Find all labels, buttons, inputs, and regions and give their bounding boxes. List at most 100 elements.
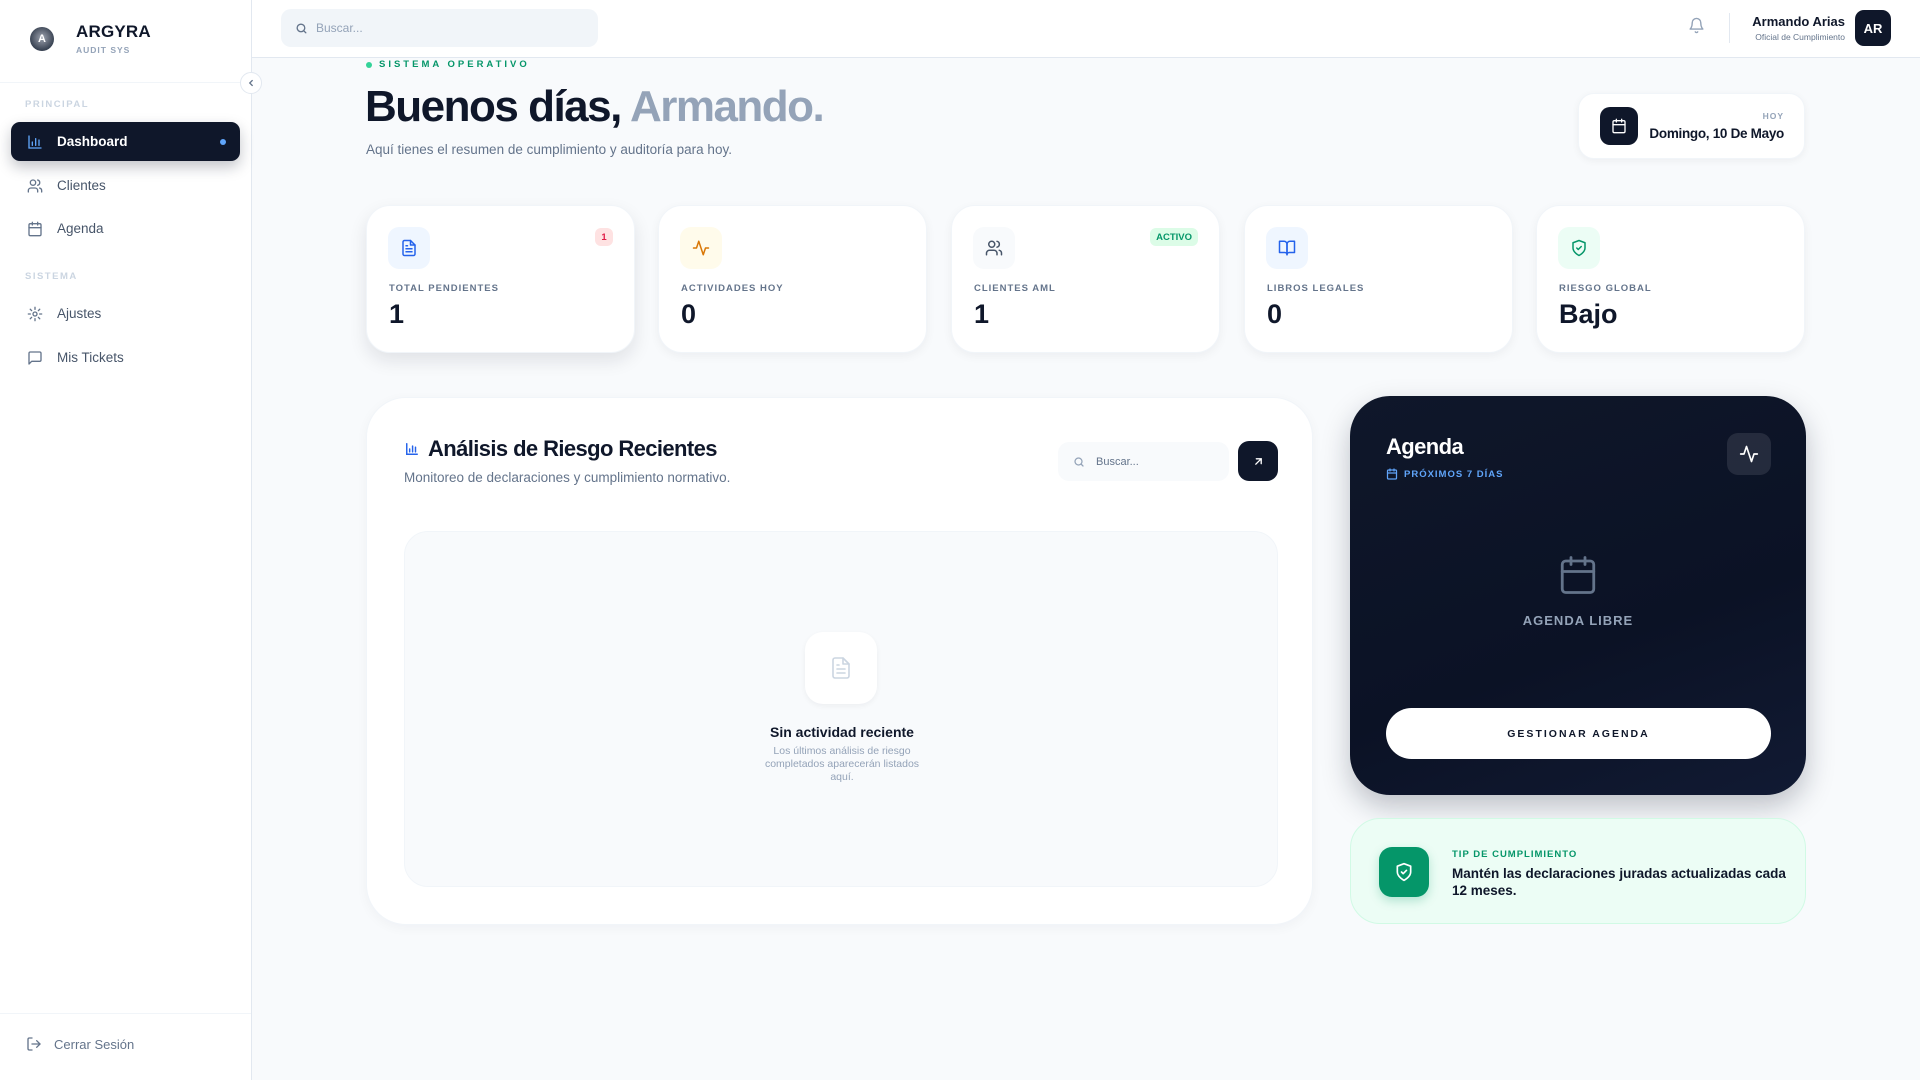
agenda-range-text: PRÓXIMOS 7 DÍAS [1404,468,1504,480]
stat-label: RIESGO GLOBAL [1559,283,1652,294]
pending-count-badge: 1 [595,228,613,246]
brand-subtitle: AUDIT SYS [76,45,131,55]
bar-chart-icon [26,133,44,151]
panel-subtitle: Monitoreo de declaraciones y cumplimient… [404,470,731,485]
status-text: SISTEMA OPERATIVO [379,59,530,70]
risk-analysis-panel: Análisis de Riesgo Recientes Monitoreo d… [366,397,1313,925]
sidebar-divider [0,82,251,83]
global-search[interactable] [281,9,598,47]
stat-label: ACTIVIDADES HOY [681,283,784,294]
activity-icon [1739,444,1759,464]
empty-state-text: Los últimos análisis de riesgo completad… [764,745,920,783]
message-square-icon [26,349,44,367]
stat-value: 0 [1267,299,1283,329]
greeting-text: Buenos días, [365,82,622,131]
stat-label: LIBROS LEGALES [1267,283,1365,294]
stat-value: 0 [681,299,697,329]
search-icon [1073,456,1085,468]
tip-text: Mantén las declaraciones juradas actuali… [1452,866,1786,898]
logout-button[interactable]: Cerrar Sesión [26,1036,134,1052]
stat-label: CLIENTES AML [974,283,1056,294]
system-status: SISTEMA OPERATIVO [366,59,530,70]
users-icon [973,227,1015,269]
status-dot [366,61,372,68]
open-analysis-button[interactable] [1238,441,1278,481]
bell-icon [1688,17,1705,34]
global-search-input[interactable] [316,21,576,35]
stat-label: TOTAL PENDIENTES [389,283,499,294]
agenda-title: Agenda [1386,434,1464,459]
date-label: HOY [1762,111,1784,121]
user-name: Armando Arias [1752,14,1845,29]
panel-search[interactable] [1058,442,1229,481]
file-text-icon [805,632,877,704]
section-label-principal: PRINCIPAL [25,99,89,110]
stat-card-riesgo-global[interactable]: RIESGO GLOBAL Bajo [1536,205,1805,353]
empty-state-title: Sin actividad reciente [770,724,914,740]
calendar-icon [1600,107,1638,145]
chevron-left-icon [246,78,256,88]
stat-value: 1 [389,299,405,329]
search-icon [295,22,308,35]
sidebar: A ARGYRA AUDIT SYS PRINCIPAL Dashboard C… [0,0,252,1080]
panel-title-text: Análisis de Riesgo Recientes [428,436,717,461]
shield-check-icon [1379,847,1429,897]
agenda-card: Agenda PRÓXIMOS 7 DÍAS AGENDA LIBRE GEST… [1350,396,1806,795]
sidebar-item-label: Dashboard [57,134,128,149]
section-label-sistema: SISTEMA [25,271,78,282]
agenda-empty-text: AGENDA LIBRE [1522,613,1634,628]
brand-logo: A [30,26,54,51]
stat-card-clientes-aml[interactable]: ACTIVO CLIENTES AML 1 [951,205,1220,353]
shield-check-icon [1558,227,1600,269]
stat-card-actividades-hoy[interactable]: ACTIVIDADES HOY 0 [658,205,927,353]
panel-search-input[interactable] [1096,455,1206,468]
topbar-divider [1729,13,1730,43]
log-out-icon [26,1036,42,1052]
sidebar-item-dashboard[interactable]: Dashboard [11,122,240,161]
sidebar-item-label: Mis Tickets [57,350,124,365]
sidebar-item-label: Ajustes [57,306,102,321]
stat-value: Bajo [1559,299,1618,329]
sidebar-item-label: Clientes [57,178,106,193]
panel-title: Análisis de Riesgo Recientes [405,436,717,462]
stat-card-libros-legales[interactable]: LIBROS LEGALES 0 [1244,205,1513,353]
date-value: Domingo, 10 De Mayo [1649,126,1784,141]
calendar-icon [26,220,44,238]
stat-value: 1 [974,299,990,329]
avatar[interactable]: AR [1855,10,1891,46]
collapse-sidebar-button[interactable] [240,72,262,94]
agenda-subtitle: PRÓXIMOS 7 DÍAS [1386,468,1503,480]
topbar: Armando Arias Oficial de Cumplimiento AR [252,0,1920,58]
compliance-tip-card: TIP DE CUMPLIMIENTO Mantén las declaraci… [1350,818,1806,924]
sidebar-item-ajustes[interactable]: Ajustes [11,294,240,333]
stat-card-total-pendientes[interactable]: 1 TOTAL PENDIENTES 1 [366,205,635,353]
date-card: HOY Domingo, 10 De Mayo [1578,93,1805,159]
sidebar-item-agenda[interactable]: Agenda [11,209,240,248]
greeting-name: Armando. [629,82,825,131]
book-open-icon [1266,227,1308,269]
arrow-up-right-icon [1252,455,1265,468]
sidebar-item-mis-tickets[interactable]: Mis Tickets [11,338,240,377]
notifications-button[interactable] [1688,17,1705,34]
page-subtitle: Aquí tienes el resumen de cumplimiento y… [366,142,732,157]
bar-chart-icon [405,442,419,456]
file-text-icon [388,227,430,269]
sidebar-item-label: Agenda [57,221,104,236]
active-indicator-dot [220,139,226,145]
gear-icon [26,305,44,323]
brand-name: ARGYRA [76,22,151,41]
users-icon [26,177,44,195]
logout-label: Cerrar Sesión [54,1036,135,1052]
empty-state: Sin actividad reciente Los últimos análi… [404,531,1278,887]
activity-icon [680,227,722,269]
sidebar-item-clientes[interactable]: Clientes [11,166,240,205]
brand[interactable]: A ARGYRA AUDIT SYS [30,22,151,55]
calendar-icon [1386,468,1398,480]
page-title: Buenos días, Armando. [365,82,825,132]
status-badge: ACTIVO [1150,228,1198,246]
agenda-activity-button[interactable] [1727,433,1771,475]
calendar-icon [1557,554,1599,596]
sidebar-footer-divider [0,1013,251,1014]
user-menu[interactable]: Armando Arias Oficial de Cumplimiento AR [1752,10,1891,46]
manage-agenda-button[interactable]: GESTIONAR AGENDA [1386,708,1771,759]
